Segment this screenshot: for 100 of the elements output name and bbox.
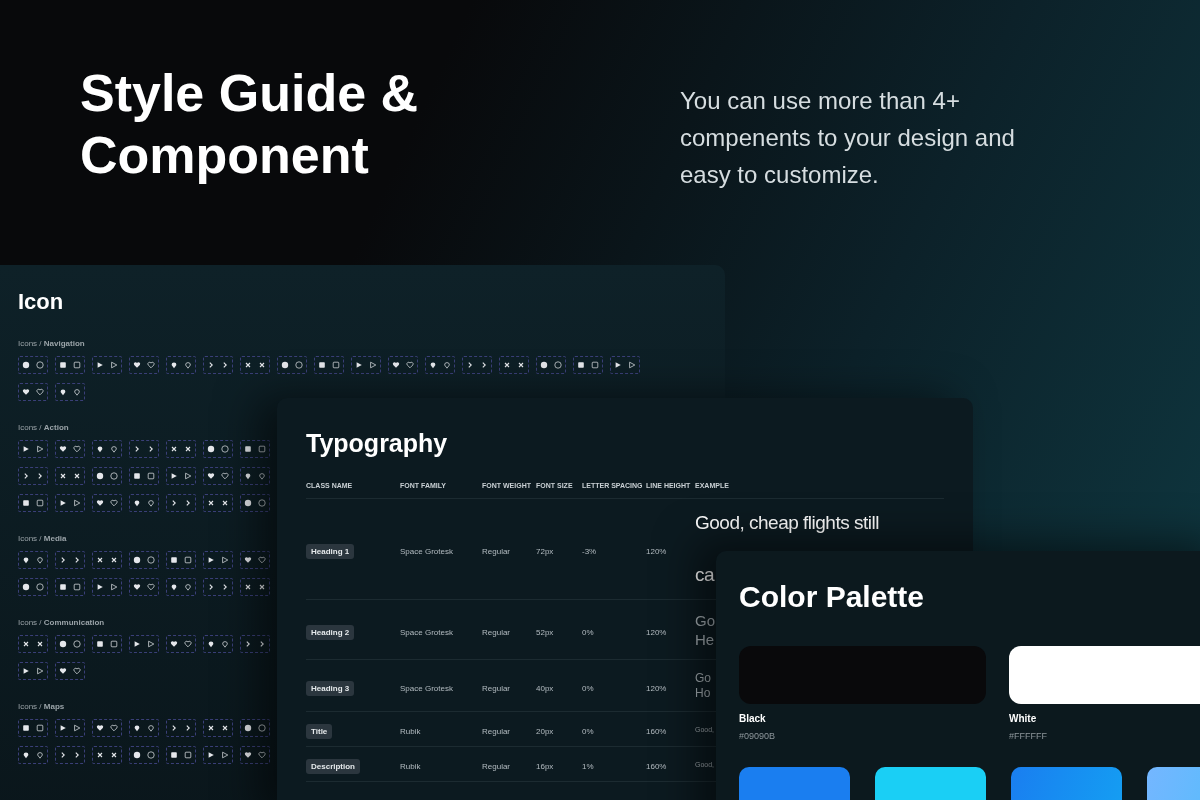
circle-icon [554, 361, 562, 369]
circle-icon [281, 361, 289, 369]
pin-icon [133, 724, 141, 732]
color-hex: #FFFFFF [1009, 731, 1047, 742]
square-icon [59, 361, 67, 369]
section-label: Icons / Action [18, 423, 69, 432]
section-label: Icons / Communication [18, 618, 105, 627]
table-cell: Regular [482, 547, 510, 556]
section-label: Icons / Maps [18, 702, 65, 711]
table-cell: 160% [646, 727, 667, 736]
cross-icon [258, 583, 266, 591]
headline: Style Guide & Component [80, 63, 419, 186]
pin-icon [22, 556, 30, 564]
cross-icon [503, 361, 511, 369]
pin-icon [184, 583, 192, 591]
table-cell: 40px [536, 683, 554, 693]
class-badge: Heading 1 [306, 544, 355, 559]
square-icon [170, 556, 178, 564]
pin-icon [207, 640, 215, 648]
table-cell: 16px [536, 762, 554, 771]
table-cell: 120% [646, 627, 667, 637]
table-cell: 120% [646, 547, 667, 556]
table-cell: 52px [536, 627, 554, 637]
section-label: Icons / Navigation [18, 339, 85, 348]
pin-icon [36, 751, 44, 759]
section-label: Icons / Media [18, 534, 67, 543]
table-cell: 160% [646, 762, 667, 771]
square-icon [22, 724, 30, 732]
pin-icon [133, 499, 141, 507]
circle-icon [258, 724, 266, 732]
square-icon [258, 445, 266, 453]
cross-icon [36, 640, 44, 648]
square-icon [577, 361, 585, 369]
table-cell: Regular [482, 727, 510, 736]
table-cell: 0% [582, 683, 594, 693]
cross-icon [221, 499, 229, 507]
circle-icon [221, 445, 229, 453]
circle-icon [147, 751, 155, 759]
table-cell: Space Grotesk [400, 683, 453, 693]
pin-icon [22, 751, 30, 759]
square-icon [318, 361, 326, 369]
table-cell: Space Grotesk [400, 547, 453, 556]
table-cell: Rubik [400, 727, 421, 736]
table-cell: Regular [482, 627, 510, 637]
table-cell: Regular [482, 683, 510, 693]
square-icon [36, 724, 44, 732]
table-cell: 0% [582, 727, 594, 736]
circle-icon [22, 583, 30, 591]
square-icon [73, 361, 81, 369]
cross-icon [110, 556, 118, 564]
circle-icon [147, 556, 155, 564]
square-icon [184, 556, 192, 564]
circle-icon [244, 724, 252, 732]
color-name: Black [739, 713, 766, 725]
square-icon [96, 640, 104, 648]
cross-icon [110, 751, 118, 759]
square-icon [147, 472, 155, 480]
example-text: Go Ho [695, 670, 711, 701]
pin-icon [59, 388, 67, 396]
pin-icon [258, 472, 266, 480]
square-icon [244, 445, 252, 453]
example-text: Go He [695, 610, 715, 649]
square-icon [133, 472, 141, 480]
pin-icon [110, 445, 118, 453]
square-icon [59, 583, 67, 591]
pin-icon [244, 472, 252, 480]
square-icon [170, 751, 178, 759]
table-cell: -3% [582, 547, 597, 556]
cross-icon [96, 556, 104, 564]
circle-icon [540, 361, 548, 369]
class-badge: Title [306, 724, 333, 739]
pin-icon [147, 724, 155, 732]
panel-title: Icon [18, 288, 64, 316]
table-cell: 72px [536, 547, 554, 556]
cross-icon [207, 499, 215, 507]
circle-icon [110, 472, 118, 480]
pin-icon [96, 445, 104, 453]
pin-icon [429, 361, 437, 369]
circle-icon [36, 361, 44, 369]
circle-icon [36, 583, 44, 591]
square-icon [73, 583, 81, 591]
circle-icon [244, 499, 252, 507]
cross-icon [517, 361, 525, 369]
pin-icon [36, 556, 44, 564]
circle-icon [96, 472, 104, 480]
square-icon [22, 499, 30, 507]
circle-icon [22, 361, 30, 369]
circle-icon [258, 499, 266, 507]
square-icon [110, 640, 118, 648]
cross-icon [244, 583, 252, 591]
intro-text: You can use more than 4+ compenents to your design and easy to customize. [680, 86, 1015, 190]
square-icon [36, 499, 44, 507]
cross-icon [184, 445, 192, 453]
table-cell: Regular [482, 762, 510, 771]
cross-icon [221, 724, 229, 732]
color-hex: #09090B [739, 731, 776, 742]
cross-icon [73, 472, 81, 480]
pin-icon [170, 361, 178, 369]
class-badge: Description [306, 759, 360, 774]
cross-icon [170, 445, 178, 453]
